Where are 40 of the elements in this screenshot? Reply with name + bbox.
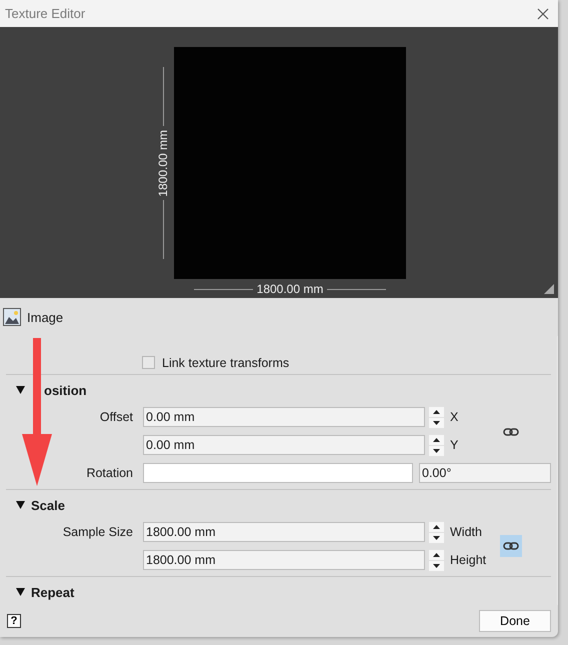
axis-label: Y xyxy=(449,438,458,452)
window-title: Texture Editor xyxy=(5,6,86,21)
spin-up-icon[interactable] xyxy=(429,406,444,416)
spin-up-icon[interactable] xyxy=(429,522,444,532)
close-icon[interactable] xyxy=(536,6,550,20)
checkbox[interactable] xyxy=(142,356,155,369)
field-label: Rotation xyxy=(85,466,134,480)
input-field[interactable]: 1800.00 mm xyxy=(143,550,425,570)
spin-up-icon[interactable] xyxy=(429,434,444,444)
input-field[interactable]: 1800.00 mm xyxy=(143,522,425,542)
spin-up-icon[interactable] xyxy=(429,550,444,560)
resize-grip-icon[interactable] xyxy=(544,284,554,294)
spin-down-icon[interactable] xyxy=(429,560,444,570)
axis-label: Width xyxy=(449,525,482,539)
section-title[interactable]: osition xyxy=(44,382,87,398)
collapse-triangle-icon[interactable] xyxy=(16,386,25,394)
field-label: Sample Size xyxy=(62,525,134,539)
scrollbar[interactable] xyxy=(557,336,558,605)
done-button[interactable]: Done xyxy=(479,610,551,632)
help-button[interactable]: ? xyxy=(7,614,21,628)
checkbox-label: Link texture transforms xyxy=(162,356,290,370)
spin-down-icon[interactable] xyxy=(429,418,444,428)
width-dimension: 1800.00 mm xyxy=(256,282,324,296)
rotation-slider-field[interactable] xyxy=(143,463,413,483)
axis-label: X xyxy=(449,410,458,424)
height-dimension: 1800.00 mm xyxy=(156,130,170,196)
axis-label: Height xyxy=(449,553,486,567)
input-field[interactable]: 0.00 mm xyxy=(143,407,425,427)
collapse-triangle-icon[interactable] xyxy=(16,501,25,509)
section-title[interactable]: Repeat xyxy=(31,584,74,600)
image-icon[interactable] xyxy=(3,308,21,326)
field-label: Offset xyxy=(98,410,134,424)
input-field[interactable]: 0.00° xyxy=(419,463,551,483)
collapse-triangle-icon[interactable] xyxy=(16,588,25,596)
link-icon[interactable] xyxy=(500,535,522,557)
image-label: Image xyxy=(27,310,64,324)
spin-down-icon[interactable] xyxy=(429,446,444,456)
section-title[interactable]: Scale xyxy=(31,498,65,512)
input-field[interactable]: 0.00 mm xyxy=(143,435,425,455)
spin-down-icon[interactable] xyxy=(429,532,444,542)
